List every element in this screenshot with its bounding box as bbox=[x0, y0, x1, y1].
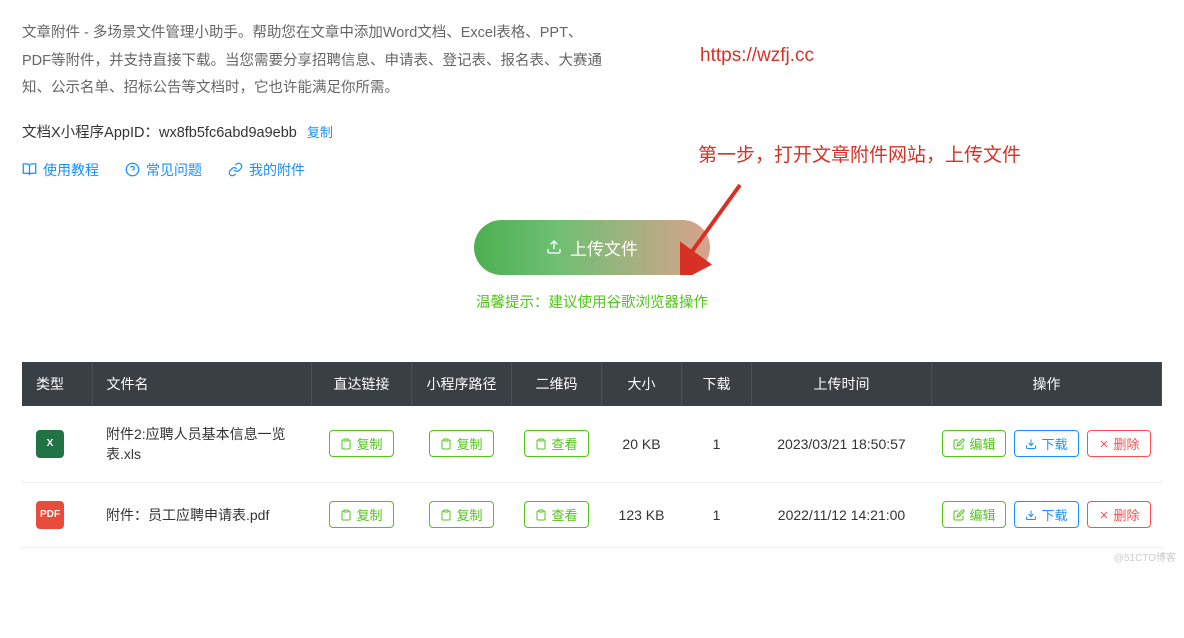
upload-icon bbox=[546, 239, 562, 255]
view-qrcode-button[interactable]: 查看 bbox=[524, 501, 588, 528]
edit-button[interactable]: 编辑 bbox=[942, 501, 1006, 528]
copy-directlink-button[interactable]: 复制 bbox=[329, 430, 393, 457]
th-qrcode: 二维码 bbox=[512, 362, 602, 406]
size-cell: 123 KB bbox=[602, 482, 682, 547]
file-type-icon: PDF bbox=[36, 501, 64, 529]
delete-button[interactable]: 删除 bbox=[1087, 430, 1151, 457]
upload-button[interactable]: 上传文件 bbox=[474, 220, 710, 275]
download-button[interactable]: 下载 bbox=[1014, 501, 1078, 528]
myfiles-link[interactable]: 我的附件 bbox=[228, 160, 305, 180]
size-cell: 20 KB bbox=[602, 406, 682, 483]
th-actions: 操作 bbox=[932, 362, 1162, 406]
file-type-icon: X bbox=[36, 430, 64, 458]
annotation-step: 第一步，打开文章附件网站，上传文件 bbox=[698, 140, 1021, 167]
appid-row: 文档X小程序AppID：wx8fb5fc6abd9a9ebb 复制 bbox=[22, 121, 1162, 142]
copy-mppath-button[interactable]: 复制 bbox=[429, 501, 493, 528]
faq-link[interactable]: 常见问题 bbox=[125, 160, 202, 180]
download-button[interactable]: 下载 bbox=[1014, 430, 1078, 457]
th-size: 大小 bbox=[602, 362, 682, 406]
tutorial-link[interactable]: 使用教程 bbox=[22, 160, 99, 180]
book-icon bbox=[22, 162, 37, 177]
th-directlink: 直达链接 bbox=[312, 362, 412, 406]
download-count-cell: 1 bbox=[682, 482, 752, 547]
link-icon bbox=[228, 162, 243, 177]
th-uploadtime: 上传时间 bbox=[752, 362, 932, 406]
download-count-cell: 1 bbox=[682, 406, 752, 483]
delete-button[interactable]: 删除 bbox=[1087, 501, 1151, 528]
table-row: X 附件2:应聘人员基本信息一览表.xls 复制 复制 查看 20 KB 1 2… bbox=[22, 406, 1162, 483]
question-icon bbox=[125, 162, 140, 177]
upload-tip: 温馨提示：建议使用谷歌浏览器操作 bbox=[22, 291, 1162, 312]
th-type: 类型 bbox=[22, 362, 92, 406]
description-text: 文章附件 - 多场景文件管理小助手。帮助您在文章中添加Word文档、Excel表… bbox=[22, 20, 602, 103]
edit-button[interactable]: 编辑 bbox=[942, 430, 1006, 457]
filename-cell: 附件：员工应聘申请表.pdf bbox=[92, 482, 312, 547]
th-mppath: 小程序路径 bbox=[412, 362, 512, 406]
copy-appid-link[interactable]: 复制 bbox=[307, 122, 333, 141]
appid-label: 文档X小程序AppID：wx8fb5fc6abd9a9ebb bbox=[22, 121, 297, 142]
arrow-annotation bbox=[680, 175, 760, 275]
uploadtime-cell: 2022/11/12 14:21:00 bbox=[752, 482, 932, 547]
filename-cell: 附件2:应聘人员基本信息一览表.xls bbox=[92, 406, 312, 483]
uploadtime-cell: 2023/03/21 18:50:57 bbox=[752, 406, 932, 483]
copy-mppath-button[interactable]: 复制 bbox=[429, 430, 493, 457]
copy-directlink-button[interactable]: 复制 bbox=[329, 501, 393, 528]
th-filename: 文件名 bbox=[92, 362, 312, 406]
th-download: 下载 bbox=[682, 362, 752, 406]
upload-section: 上传文件 温馨提示：建议使用谷歌浏览器操作 bbox=[22, 220, 1162, 312]
files-table: 类型 文件名 直达链接 小程序路径 二维码 大小 下载 上传时间 操作 X 附件… bbox=[22, 362, 1162, 548]
table-row: PDF 附件：员工应聘申请表.pdf 复制 复制 查看 123 KB 1 202… bbox=[22, 482, 1162, 547]
watermark: @51CTO博客 bbox=[1114, 549, 1176, 564]
annotation-url: https://wzfj.cc bbox=[700, 45, 814, 67]
view-qrcode-button[interactable]: 查看 bbox=[524, 430, 588, 457]
